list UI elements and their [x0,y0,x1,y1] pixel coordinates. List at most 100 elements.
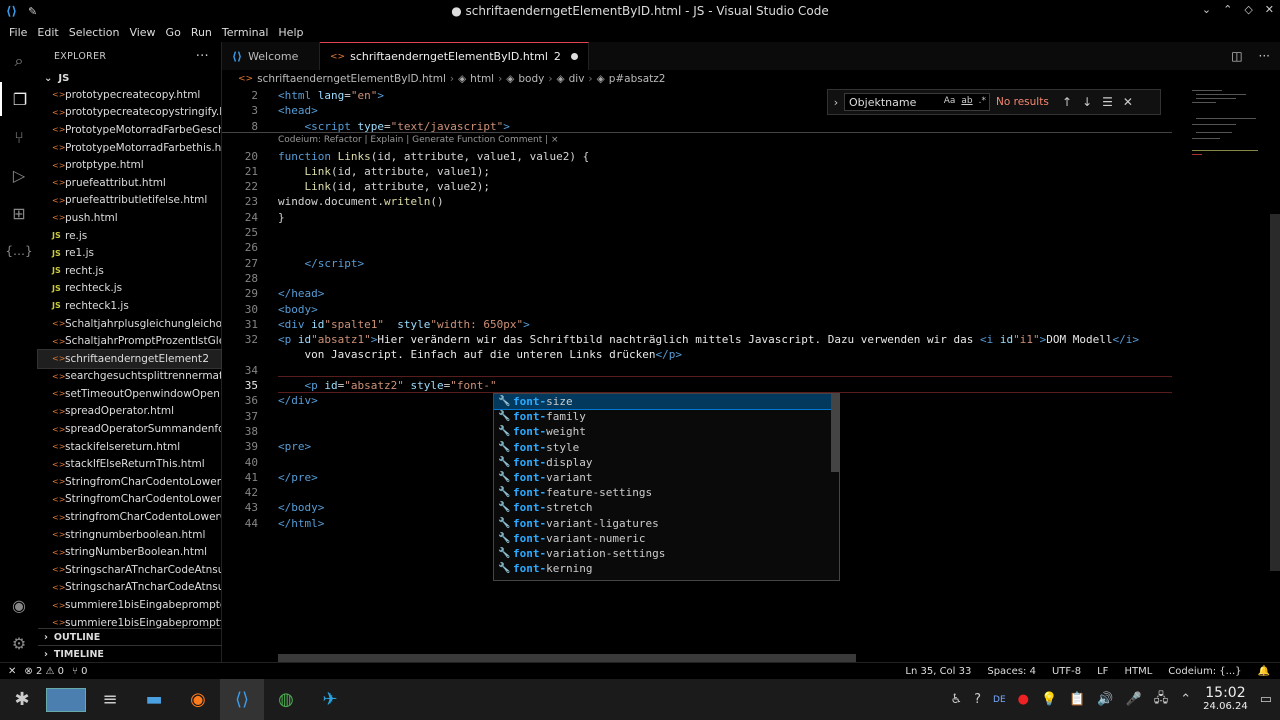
vertical-scrollbar[interactable] [1270,214,1280,571]
suggestion-item[interactable]: 🔧 font-family [494,409,839,424]
file-item[interactable]: JS re1.js [38,244,221,262]
help-icon[interactable]: ? [974,692,981,707]
record-icon[interactable]: ● [1018,692,1029,707]
arrow-up-icon[interactable]: ↑ [1062,95,1072,109]
horizontal-scrollbar[interactable] [278,654,856,662]
menu-terminal[interactable]: Terminal [217,26,274,39]
file-item[interactable]: <> stringnumberboolean.html [38,526,221,544]
remote-icon[interactable]: ✕ [8,666,16,677]
breadcrumb-p-absatz2[interactable]: p#absatz2 [609,73,666,85]
file-item[interactable]: <> stringNumberBoolean.html [38,543,221,561]
search-icon[interactable]: ⌕ [0,44,38,78]
suggestion-item[interactable]: 🔧 font-feature-settings [494,485,839,500]
breadcrumb-file[interactable]: schriftaenderngetElementByID.html [257,73,446,85]
file-item[interactable]: <> SchaltjahrPromptProzentIstGlei... [38,332,221,350]
menu-run[interactable]: Run [186,26,217,39]
desktop-pager-icon[interactable] [44,679,88,720]
file-item[interactable]: JS rechteck1.js [38,297,221,315]
minimap[interactable] [1190,88,1270,168]
file-item[interactable]: <> summiere1bisEingabepromptd... [38,596,221,614]
file-item[interactable]: <>Schaltjahrplusgleichungleichod... [38,315,221,333]
keep-above-icon[interactable]: ◇ [1244,3,1252,16]
file-item[interactable]: <> pruefeattributletifelse.html [38,192,221,210]
notifications-bell-icon[interactable]: 🔔 [1258,666,1270,677]
timeline-section[interactable]: › TIMELINE [38,645,222,662]
bulb-icon[interactable]: 💡 [1041,692,1057,707]
end-of-line[interactable]: LF [1097,666,1108,677]
menu-file[interactable]: File [4,26,32,39]
show-desktop-icon[interactable]: ▭ [1260,692,1272,707]
chevron-up-icon[interactable]: ⌃ [1180,692,1191,707]
app-launcher-icon[interactable]: ✱ [0,679,44,720]
network-app-icon[interactable]: ✈ [308,679,352,720]
file-item[interactable]: <>StringscharATncharCodeAtnsub... [38,579,221,597]
breadcrumb-div[interactable]: div [569,73,585,85]
tab-schriftaenderngetElementByID[interactable]: <> schriftaenderngetElementByID.html 2 [320,42,589,70]
file-item[interactable]: <> push.html [38,209,221,227]
file-item[interactable]: JS recht.js [38,262,221,280]
suggestion-item[interactable]: 🔧 font-display [494,455,839,470]
toggle-replace-icon[interactable]: › [828,96,844,109]
breadcrumb-html[interactable]: html [470,73,494,85]
file-item[interactable]: <> stackifelsereturn.html [38,438,221,456]
file-item[interactable]: <> spreadOperatorSummandenfor... [38,420,221,438]
suggestion-item[interactable]: 🔧 font-variation-settings [494,546,839,561]
suggestion-item[interactable]: 🔧 font-size [494,394,839,411]
source-control-icon[interactable]: ⑂ [0,120,38,154]
suggestion-item[interactable]: 🔧 font-variant-numeric [494,531,839,546]
file-item[interactable]: <> protptype.html [38,156,221,174]
file-item[interactable]: <> setTimeoutOpenwindowOpen... [38,385,221,403]
file-item[interactable]: <>prototypecreatecopystringify.ht... [38,104,221,122]
split-editor-icon[interactable]: ◫ [1231,49,1242,63]
suggestion-item[interactable]: 🔧 font-variant-ligatures [494,516,839,531]
menu-help[interactable]: Help [273,26,308,39]
file-item[interactable]: <>searchgesuchtsplittrennermatc... [38,368,221,386]
run-debug-icon[interactable]: ▷ [0,158,38,192]
cursor-position[interactable]: Ln 35, Col 33 [905,666,971,677]
volume-icon[interactable]: 🔊 [1097,692,1113,707]
tab-welcome[interactable]: ⟨⟩ Welcome [222,42,320,70]
match-word-icon[interactable]: ab [961,96,972,106]
network-icon[interactable]: 🖧 [1154,689,1169,711]
folder-js[interactable]: ⌄ JS [38,70,221,86]
menu-go[interactable]: Go [161,26,186,39]
encoding[interactable]: UTF-8 [1052,666,1081,677]
file-item[interactable]: <> spreadOperator.html [38,403,221,421]
task-manager-icon[interactable]: ≡ [88,679,132,720]
codeium-status[interactable]: Codeium: {...} [1168,666,1241,677]
language-mode[interactable]: HTML [1124,666,1152,677]
accessibility-icon[interactable]: ♿ [950,692,962,707]
match-case-icon[interactable]: Aa [944,96,956,106]
clock[interactable]: 15:02 24.06.24 [1203,686,1248,714]
menu-selection[interactable]: Selection [64,26,125,39]
suggestion-item[interactable]: 🔧 font-variant [494,470,839,485]
more-actions-icon[interactable]: ··· [196,49,209,64]
file-item[interactable]: <>StringfromCharCodentoLowerC... [38,491,221,509]
firefox-icon[interactable]: ◉ [176,679,220,720]
explorer-files-icon[interactable]: ❐ [0,82,38,116]
unsaved-dot-icon[interactable] [570,53,578,60]
suggestion-item[interactable]: 🔧 font-style [494,440,839,455]
suggest-scrollbar[interactable] [831,394,839,472]
file-item[interactable]: <> PrototypeMotorradFarbethis.ht... [38,139,221,157]
codeium-codelens[interactable]: Codeium: Refactor | Explain | Generate F… [278,135,559,145]
regex-icon[interactable]: .* [979,96,986,106]
settings-gear-icon[interactable]: ⚙ [0,626,38,660]
file-item[interactable]: <> pruefeattribut.html [38,174,221,192]
file-item[interactable]: JS re.js [38,227,221,245]
maximize-icon[interactable]: ⌃ [1223,3,1232,16]
extensions-icon[interactable]: ⊞ [0,196,38,230]
file-item[interactable]: <> schriftaenderngetElement... 2 [37,348,222,369]
ports-indicator[interactable]: ⑂ 0 [72,666,88,677]
more-actions-icon[interactable]: ··· [1259,49,1270,63]
suggestion-item[interactable]: 🔧 font-stretch [494,500,839,515]
keyboard-layout[interactable]: DE [993,695,1006,705]
menu-view[interactable]: View [124,26,160,39]
suggestion-item[interactable]: 🔧 font-weight [494,424,839,439]
microphone-icon[interactable]: 🎤 [1126,692,1142,707]
menu-edit[interactable]: Edit [32,26,63,39]
outline-section[interactable]: › OUTLINE [38,628,222,645]
minimize-icon[interactable]: ⌄ [1202,3,1211,16]
account-icon[interactable]: ◉ [0,588,38,622]
chrome-icon[interactable]: ◍ [264,679,308,720]
